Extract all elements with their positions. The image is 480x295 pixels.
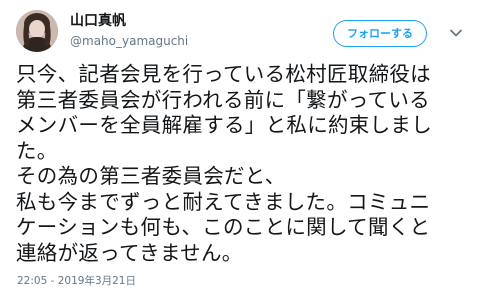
chevron-down-icon[interactable] <box>449 26 463 40</box>
tweet-timestamp[interactable]: 22:05 - 2019年3月21日 <box>17 274 136 288</box>
tweet-text: 只今、記者会見を行っている松村匠取締役は 第三者委員会が行われる前に「繋がってい… <box>16 62 432 265</box>
avatar-image <box>16 10 58 52</box>
tweet-card: 山口真帆 @maho_yamaguchi フォローする 只今、記者会見を行ってい… <box>0 0 480 295</box>
avatar[interactable] <box>16 10 58 52</box>
display-name[interactable]: 山口真帆 <box>70 12 126 30</box>
follow-button[interactable]: フォローする <box>333 20 427 47</box>
user-handle[interactable]: @maho_yamaguchi <box>70 33 188 49</box>
